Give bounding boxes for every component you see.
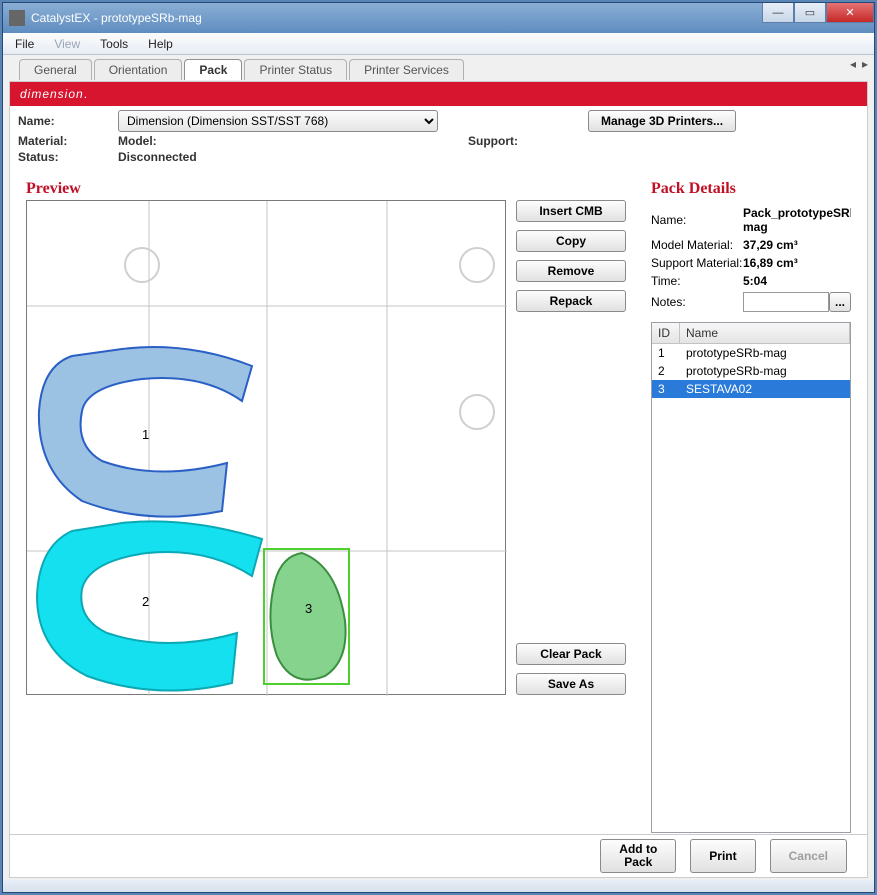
plate-svg: 1 2 3 [27, 201, 507, 696]
printer-select[interactable]: Dimension (Dimension SST/SST 768) [118, 110, 438, 132]
menu-tools[interactable]: Tools [92, 35, 136, 53]
list-body[interactable]: 1 prototypeSRb-mag 2 prototypeSRb-mag 3 … [652, 344, 850, 832]
insert-cmb-button[interactable]: Insert CMB [516, 200, 626, 222]
left-column: Preview [26, 180, 631, 833]
tab-printer-services[interactable]: Printer Services [349, 59, 464, 80]
remove-button[interactable]: Remove [516, 260, 626, 282]
plate-marker-icon [125, 248, 159, 282]
material-label: Material: [18, 134, 118, 148]
save-as-button[interactable]: Save As [516, 673, 626, 695]
pd-notes-more-button[interactable]: ... [829, 292, 851, 312]
pd-name-label: Name: [651, 213, 743, 227]
plate-marker-icon [460, 248, 494, 282]
tab-general[interactable]: General [19, 59, 92, 80]
list-item[interactable]: 3 SESTAVA02 [652, 380, 850, 398]
copy-button[interactable]: Copy [516, 230, 626, 252]
clear-pack-button[interactable]: Clear Pack [516, 643, 626, 665]
menu-help[interactable]: Help [140, 35, 181, 53]
repack-button[interactable]: Repack [516, 290, 626, 312]
model-label: Model: [118, 134, 468, 148]
support-label: Support: [468, 134, 588, 148]
window-title: CatalystEX - prototypeSRb-mag [31, 11, 202, 25]
brand-band: dimension. [10, 82, 867, 106]
list-header: ID Name [652, 323, 850, 344]
plate-marker-icon [460, 395, 494, 429]
pd-name-value: Pack_prototypeSRb-mag [743, 206, 851, 234]
app-window: CatalystEX - prototypeSRb-mag — ▭ ✕ File… [2, 2, 875, 893]
minimize-button[interactable]: — [762, 3, 794, 23]
add-to-pack-button[interactable]: Add to Pack [600, 839, 676, 873]
tab-printer-status[interactable]: Printer Status [244, 59, 347, 80]
pd-notes-input[interactable] [743, 292, 829, 312]
maximize-button[interactable]: ▭ [794, 3, 826, 23]
build-plate[interactable]: 1 2 3 [26, 200, 506, 695]
pd-time-value: 5:04 [743, 274, 851, 288]
preview-pane: 1 2 3 [26, 200, 631, 695]
part-1-label: 1 [142, 427, 149, 442]
footer-bar: Add to Pack Print Cancel [9, 834, 868, 878]
tab-pack[interactable]: Pack [184, 59, 242, 80]
right-column: Pack Details Name: Pack_prototypeSRb-mag… [651, 180, 851, 833]
app-icon [9, 10, 25, 26]
status-label: Status: [18, 150, 118, 164]
packdetails-grid: Name: Pack_prototypeSRb-mag Model Materi… [651, 206, 851, 312]
menu-view[interactable]: View [46, 35, 88, 53]
pd-modelmat-label: Model Material: [651, 238, 743, 252]
tabbar: General Orientation Pack Printer Status … [3, 55, 874, 79]
col-name[interactable]: Name [680, 323, 850, 343]
list-item[interactable]: 2 prototypeSRb-mag [652, 362, 850, 380]
packdetails-title: Pack Details [651, 180, 851, 198]
window-controls: — ▭ ✕ [762, 3, 874, 23]
pd-modelmat-value: 37,29 cm³ [743, 238, 851, 252]
part-1[interactable]: 1 [39, 347, 252, 517]
menubar: File View Tools Help [3, 33, 874, 55]
part-2-label: 2 [142, 594, 149, 609]
app-body: dimension. Name: Dimension (Dimension SS… [9, 81, 868, 842]
status-value: Disconnected [118, 150, 468, 164]
brand-text: dimension [20, 87, 84, 101]
pd-time-label: Time: [651, 274, 743, 288]
part-3[interactable]: 3 [264, 549, 349, 684]
printer-info: Name: Dimension (Dimension SST/SST 768) … [10, 106, 867, 162]
tab-scroll: ◂ ▸ [850, 57, 868, 71]
titlebar[interactable]: CatalystEX - prototypeSRb-mag — ▭ ✕ [3, 3, 874, 33]
tab-prev-icon[interactable]: ◂ [850, 57, 856, 71]
preview-title: Preview [26, 180, 631, 198]
preview-buttons: Insert CMB Copy Remove Repack Clear Pack… [516, 200, 626, 695]
part-3-label: 3 [305, 601, 312, 616]
brand-dot-icon: . [84, 87, 88, 101]
close-button[interactable]: ✕ [826, 3, 874, 23]
plate-grid [27, 201, 507, 696]
list-item[interactable]: 1 prototypeSRb-mag [652, 344, 850, 362]
name-label: Name: [18, 114, 118, 128]
col-id[interactable]: ID [652, 323, 680, 343]
pd-supportmat-label: Support Material: [651, 256, 743, 270]
content-area: Preview [26, 180, 851, 833]
pd-notes-label: Notes: [651, 295, 743, 309]
statusbar [3, 880, 874, 892]
parts-list: ID Name 1 prototypeSRb-mag 2 prototypeSR… [651, 322, 851, 833]
pd-supportmat-value: 16,89 cm³ [743, 256, 851, 270]
manage-printers-button[interactable]: Manage 3D Printers... [588, 110, 736, 132]
tab-next-icon[interactable]: ▸ [862, 57, 868, 71]
menu-file[interactable]: File [7, 35, 42, 53]
cancel-button[interactable]: Cancel [770, 839, 847, 873]
print-button[interactable]: Print [690, 839, 755, 873]
tab-orientation[interactable]: Orientation [94, 59, 183, 80]
